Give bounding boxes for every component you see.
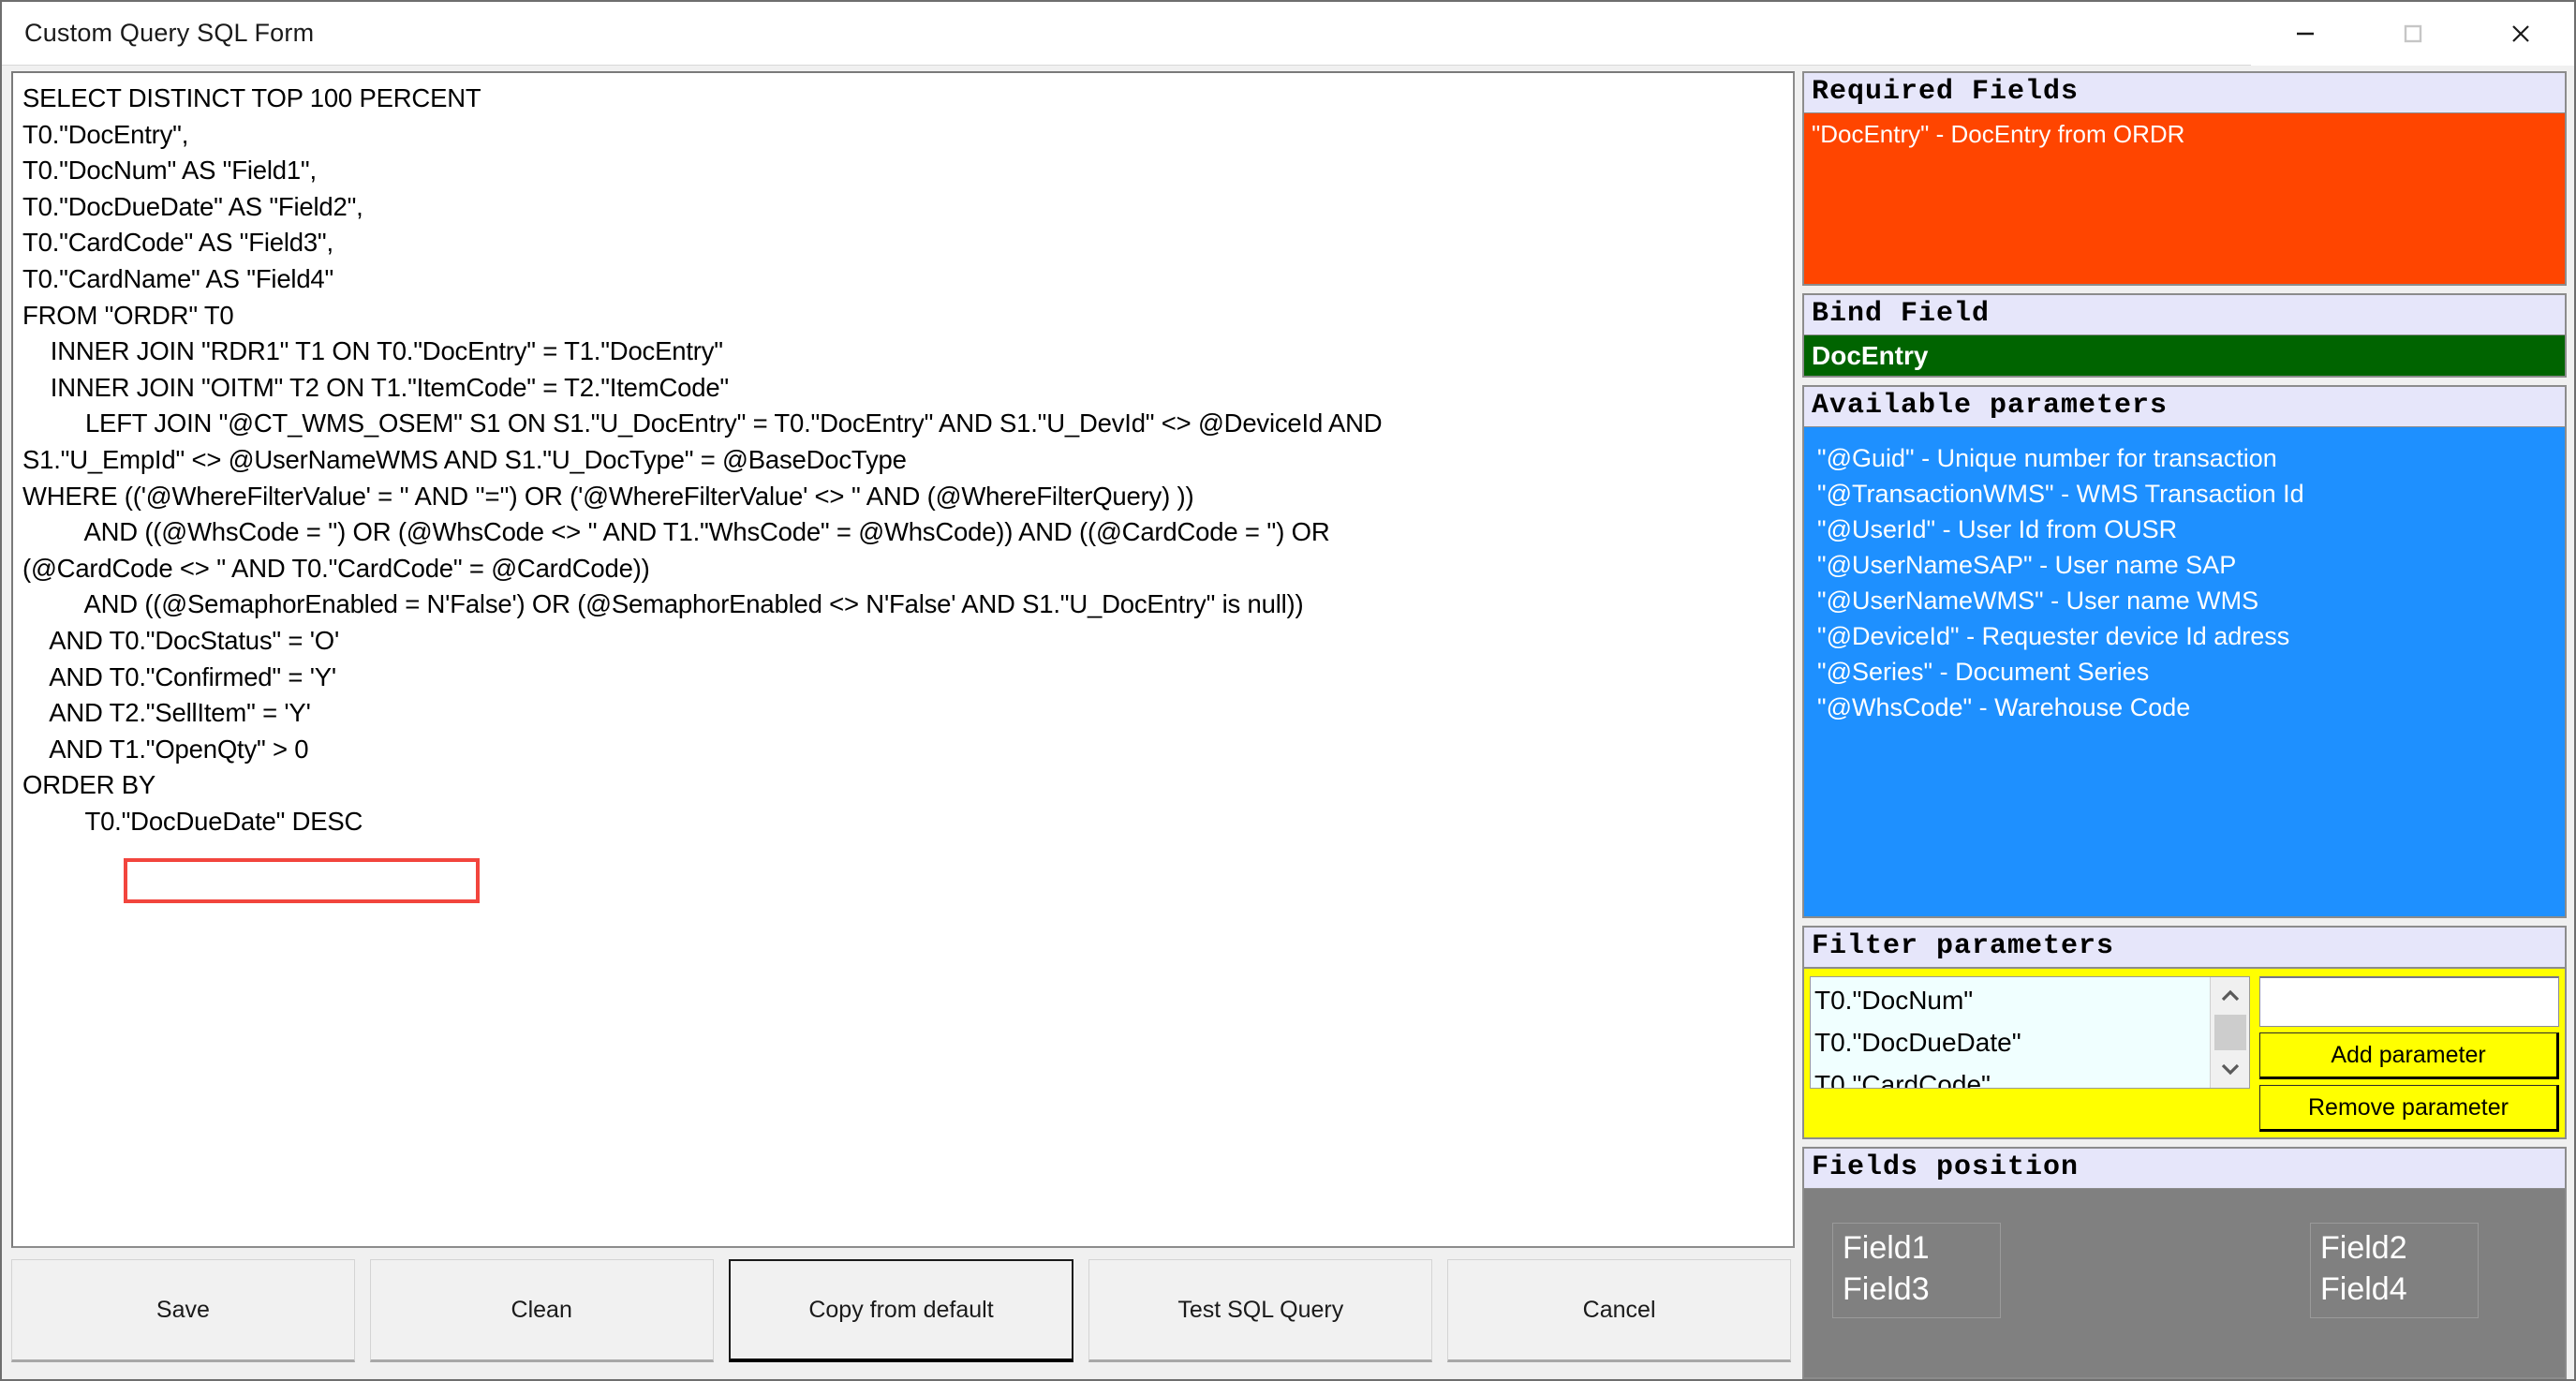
form-body: SELECT DISTINCT TOP 100 PERCENT T0."DocE… bbox=[2, 66, 2574, 1379]
required-fields-header: Required Fields bbox=[1802, 71, 2567, 112]
filter-parameters-list-items: T0."DocNum" T0."DocDueDate" T0."CardCode… bbox=[1811, 977, 2210, 1088]
available-parameters-header: Available parameters bbox=[1802, 385, 2567, 426]
parameter-item[interactable]: "@DeviceId" - Requester device Id adress bbox=[1817, 618, 2557, 654]
fields-position-header: Fields position bbox=[1804, 1149, 2565, 1189]
parameter-item[interactable]: "@UserId" - User Id from OUSR bbox=[1817, 512, 2557, 547]
clean-button[interactable]: Clean bbox=[369, 1259, 714, 1362]
test-sql-query-button[interactable]: Test SQL Query bbox=[1088, 1259, 1433, 1362]
fields-position-panel: Fields position Field1 Field3 Field2 Fie… bbox=[1802, 1147, 2567, 1379]
cancel-button[interactable]: Cancel bbox=[1447, 1259, 1791, 1362]
minimize-button[interactable] bbox=[2251, 1, 2359, 66]
chevron-down-icon[interactable] bbox=[2211, 1050, 2250, 1088]
filter-parameters-panel: Filter parameters T0."DocNum" T0."DocDue… bbox=[1802, 926, 2567, 1139]
field-label[interactable]: Field2 bbox=[2320, 1227, 2468, 1269]
left-column: SELECT DISTINCT TOP 100 PERCENT T0."DocE… bbox=[7, 71, 1795, 1379]
copy-from-default-button-label: Copy from default bbox=[808, 1296, 994, 1323]
right-sidebar: Required Fields "DocEntry" - DocEntry fr… bbox=[1802, 71, 2569, 1379]
window-controls bbox=[2251, 1, 2574, 66]
remove-parameter-label: Remove parameter bbox=[2308, 1093, 2509, 1121]
filter-parameters-header: Filter parameters bbox=[1804, 928, 2565, 969]
available-parameters-panel: Available parameters "@Guid" - Unique nu… bbox=[1802, 385, 2567, 918]
sql-query-text[interactable]: SELECT DISTINCT TOP 100 PERCENT T0."DocE… bbox=[22, 81, 1789, 839]
parameter-item[interactable]: "@TransactionWMS" - WMS Transaction Id bbox=[1817, 476, 2557, 512]
form-button-row: Save Clean Copy from default Test SQL Qu… bbox=[7, 1248, 1795, 1379]
field-label[interactable]: Field4 bbox=[2320, 1269, 2468, 1310]
save-button[interactable]: Save bbox=[11, 1259, 355, 1362]
maximize-button[interactable] bbox=[2359, 1, 2466, 66]
filter-list-item[interactable]: T0."CardCode" bbox=[1814, 1063, 2206, 1088]
chevron-up-icon[interactable] bbox=[2211, 977, 2250, 1015]
filter-parameters-body: T0."DocNum" T0."DocDueDate" T0."CardCode… bbox=[1810, 969, 2559, 1132]
remove-parameter-button[interactable]: Remove parameter bbox=[2259, 1085, 2559, 1132]
add-parameter-button[interactable]: Add parameter bbox=[2259, 1032, 2559, 1079]
filter-list-item[interactable]: T0."DocDueDate" bbox=[1814, 1021, 2206, 1063]
required-fields-list[interactable]: "DocEntry" - DocEntry from ORDR bbox=[1802, 112, 2567, 286]
fields-position-right-cell[interactable]: Field2 Field4 bbox=[2310, 1223, 2479, 1318]
required-field-item[interactable]: "DocEntry" - DocEntry from ORDR bbox=[1812, 119, 2557, 149]
field-label[interactable]: Field1 bbox=[1843, 1227, 1991, 1269]
custom-query-sql-form-window: Custom Query SQL Form SELECT DISTINCT TO… bbox=[0, 0, 2576, 1381]
fields-position-canvas[interactable]: Field1 Field3 Field2 Field4 bbox=[1804, 1189, 2565, 1377]
new-parameter-input[interactable] bbox=[2259, 976, 2559, 1027]
bind-field-header: Bind Field bbox=[1802, 293, 2567, 334]
bind-field-panel: Bind Field DocEntry bbox=[1802, 293, 2567, 378]
available-parameters-list[interactable]: "@Guid" - Unique number for transaction … bbox=[1802, 426, 2567, 918]
cancel-button-label: Cancel bbox=[1582, 1296, 1656, 1323]
test-sql-query-button-label: Test SQL Query bbox=[1177, 1296, 1344, 1323]
sql-editor[interactable]: SELECT DISTINCT TOP 100 PERCENT T0."DocE… bbox=[11, 71, 1795, 1248]
window-titlebar: Custom Query SQL Form bbox=[2, 1, 2574, 66]
add-parameter-label: Add parameter bbox=[2331, 1041, 2486, 1068]
parameter-item[interactable]: "@WhsCode" - Warehouse Code bbox=[1817, 690, 2557, 725]
copy-from-default-button[interactable]: Copy from default bbox=[728, 1259, 1074, 1362]
close-button[interactable] bbox=[2466, 1, 2574, 66]
filter-parameters-list[interactable]: T0."DocNum" T0."DocDueDate" T0."CardCode… bbox=[1810, 976, 2250, 1089]
parameter-item[interactable]: "@UserNameSAP" - User name SAP bbox=[1817, 547, 2557, 583]
scrollbar-thumb[interactable] bbox=[2213, 1015, 2246, 1050]
parameter-item[interactable]: "@Series" - Document Series bbox=[1817, 654, 2557, 690]
order-by-highlight-box bbox=[124, 858, 480, 903]
filter-list-scrollbar[interactable] bbox=[2210, 977, 2249, 1088]
window-title: Custom Query SQL Form bbox=[24, 19, 315, 47]
save-button-label: Save bbox=[155, 1296, 210, 1323]
bind-field-value-box[interactable]: DocEntry bbox=[1802, 334, 2567, 378]
field-label[interactable]: Field3 bbox=[1843, 1269, 1991, 1310]
parameter-item[interactable]: "@UserNameWMS" - User name WMS bbox=[1817, 583, 2557, 618]
clean-button-label: Clean bbox=[511, 1296, 572, 1323]
bind-field-value: DocEntry bbox=[1812, 341, 1929, 370]
parameter-item[interactable]: "@Guid" - Unique number for transaction bbox=[1817, 440, 2557, 476]
fields-position-left-cell[interactable]: Field1 Field3 bbox=[1832, 1223, 2001, 1318]
filter-list-item[interactable]: T0."DocNum" bbox=[1814, 979, 2206, 1021]
filter-parameters-controls: Add parameter Remove parameter bbox=[2259, 976, 2559, 1132]
required-fields-panel: Required Fields "DocEntry" - DocEntry fr… bbox=[1802, 71, 2567, 286]
